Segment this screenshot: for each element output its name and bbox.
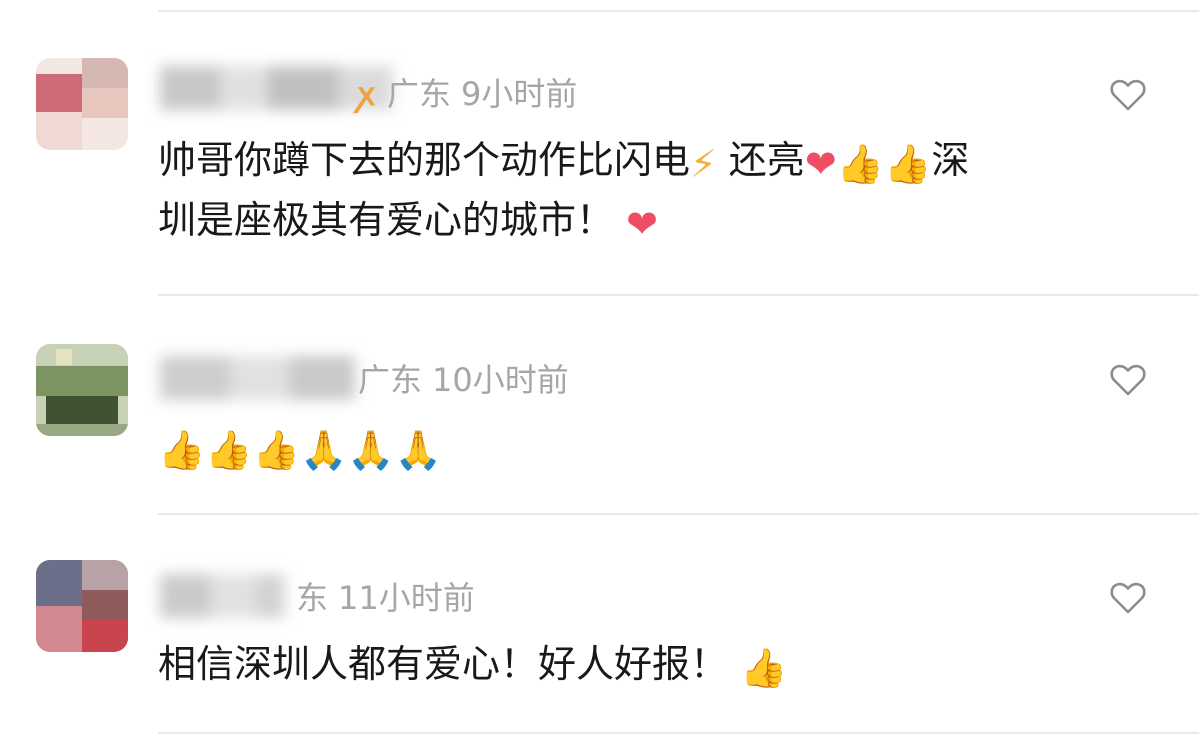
like-button[interactable] xyxy=(1108,578,1148,618)
thumbs-up-emoji: 👍 xyxy=(883,142,932,186)
comment-meta: 东 11小时前 xyxy=(296,578,475,618)
username-blurred[interactable] xyxy=(160,356,355,400)
timestamp: 9小时前 xyxy=(460,75,578,113)
avatar[interactable] xyxy=(36,58,128,150)
thumbs-up-emoji: 👍 xyxy=(740,646,788,690)
avatar[interactable] xyxy=(36,560,128,652)
divider xyxy=(158,732,1199,734)
divider xyxy=(158,294,1199,296)
comment-list: ꭗ 广东 9小时前 帅哥你蹲下去的那个动作比闪电⚡ 还亮❤👍👍深 圳是座极其有爱心的… xyxy=(0,0,1199,747)
pray-emoji: 🙏 xyxy=(394,428,442,472)
thumbs-up-emoji: 👍 xyxy=(836,142,884,186)
comment-meta: ꭗ 广东 9小时前 xyxy=(358,74,577,114)
thumbs-up-emoji: 👍 xyxy=(205,428,253,472)
thumbs-up-emoji: 👍 xyxy=(158,428,206,472)
thumbs-up-emoji: 👍 xyxy=(252,428,300,472)
comment-text: 相信深圳人都有爱心！好人好报！ 👍 xyxy=(158,642,788,690)
like-button[interactable] xyxy=(1108,360,1148,400)
heart-outline-icon xyxy=(1110,582,1146,614)
pray-emoji: 🙏 xyxy=(299,428,348,472)
comment-text: 👍👍👍🙏🙏🙏 xyxy=(158,416,1158,476)
lightning-emoji: ⚡ xyxy=(690,142,717,186)
comment-text: 帅哥你蹲下去的那个动作比闪电⚡ 还亮❤👍👍深 圳是座极其有爱心的城市！ ❤ xyxy=(158,138,970,246)
user-badge-icon: ꭗ xyxy=(358,75,375,113)
divider xyxy=(158,513,1199,515)
location: 东 xyxy=(296,579,329,617)
comment-meta: 广东 10小时前 xyxy=(358,360,569,400)
divider xyxy=(158,10,1199,12)
location: 广东 xyxy=(358,361,423,399)
heart-emoji: ❤ xyxy=(804,142,837,186)
avatar[interactable] xyxy=(36,344,128,436)
heart-outline-icon xyxy=(1110,364,1146,396)
like-button[interactable] xyxy=(1108,75,1148,115)
timestamp: 10小时前 xyxy=(432,361,569,399)
location: 广东 xyxy=(386,75,451,113)
pray-emoji: 🙏 xyxy=(347,428,395,472)
username-blurred[interactable] xyxy=(160,574,285,618)
heart-outline-icon xyxy=(1110,79,1146,111)
timestamp: 11小时前 xyxy=(338,579,475,617)
heart-emoji: ❤ xyxy=(626,202,658,246)
